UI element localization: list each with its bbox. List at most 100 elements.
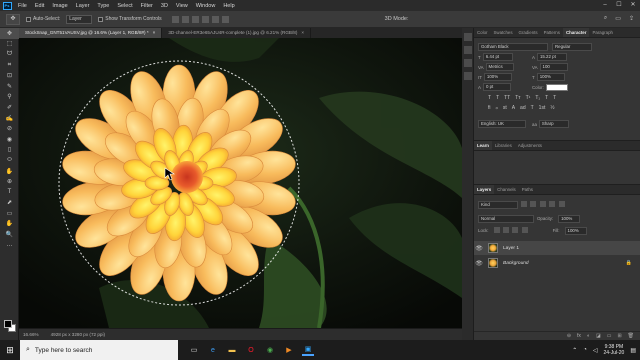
history-panel-icon[interactable]: [464, 33, 472, 41]
marquee-tool[interactable]: ⬚: [0, 39, 19, 50]
tracking-field[interactable]: 100: [539, 63, 568, 71]
close-window-button[interactable]: ✕: [626, 0, 640, 11]
brush-panel-icon[interactable]: [464, 72, 472, 80]
taskbar-search-box[interactable]: ⌕ Type here to search: [20, 340, 178, 360]
antialias-dropdown[interactable]: Sharp: [538, 120, 569, 128]
type-filter-icon[interactable]: [539, 200, 546, 207]
media-player-icon[interactable]: ▶: [283, 344, 295, 356]
titling-alternates-button[interactable]: T: [531, 105, 534, 111]
visibility-eye-icon[interactable]: 👁: [474, 245, 484, 252]
vertical-scale-field[interactable]: 100%: [483, 73, 512, 81]
tab-libraries[interactable]: Libraries: [492, 141, 515, 150]
search-icon[interactable]: ⌕: [604, 15, 607, 22]
adjustment-layer-icon[interactable]: ◪: [596, 333, 601, 339]
all-caps-button[interactable]: TT: [504, 95, 510, 101]
leading-field[interactable]: 15.22 pt: [536, 53, 567, 61]
language-dropdown[interactable]: English: UK: [478, 120, 526, 128]
link-layers-icon[interactable]: ⊖: [567, 333, 571, 339]
quick-selection-tool[interactable]: ⌗: [0, 60, 19, 71]
file-explorer-icon[interactable]: ▬: [226, 344, 238, 356]
subscript-button[interactable]: T₁: [535, 95, 540, 101]
tab-learn[interactable]: Learn: [474, 141, 492, 150]
layer-filter-kind[interactable]: Kind: [478, 200, 518, 209]
menu-file[interactable]: File: [14, 3, 31, 9]
healing-brush-tool[interactable]: ⚲: [0, 92, 19, 103]
notifications-icon[interactable]: ▤: [630, 347, 636, 354]
opacity-field[interactable]: 100%: [558, 214, 581, 223]
new-group-icon[interactable]: ▭: [607, 333, 612, 339]
eraser-tool[interactable]: ◉: [0, 134, 19, 145]
history-brush-tool[interactable]: ⊘: [0, 123, 19, 134]
font-family-field[interactable]: Gotham Black: [478, 43, 548, 51]
properties-panel-icon[interactable]: [464, 46, 472, 54]
lock-image-icon[interactable]: [502, 226, 509, 233]
align-left-icon[interactable]: [171, 15, 179, 23]
small-caps-button[interactable]: Tт: [515, 95, 520, 101]
checkbox-box[interactable]: [26, 16, 31, 22]
photoshop-logo-icon[interactable]: Ps: [0, 0, 14, 11]
pixel-filter-icon[interactable]: [521, 200, 527, 207]
baseline-shift-field[interactable]: 0 pt: [482, 83, 511, 91]
menu-layer[interactable]: Layer: [72, 3, 94, 9]
swash-button[interactable]: A: [512, 105, 515, 111]
opera-icon[interactable]: O: [245, 344, 257, 356]
tab-channels[interactable]: Channels: [494, 185, 519, 194]
menu-edit[interactable]: Edit: [31, 3, 48, 9]
menu-image[interactable]: Image: [48, 3, 71, 9]
volume-icon[interactable]: ◁: [593, 347, 598, 354]
move-tool[interactable]: ✥: [0, 28, 19, 39]
rectangle-tool[interactable]: ▭: [0, 208, 19, 219]
document-canvas[interactable]: [19, 38, 462, 328]
workspace-icon[interactable]: ▭: [615, 15, 621, 22]
layer-row[interactable]: 👁 Background 🔒: [474, 256, 640, 270]
stylistic-alternates-button[interactable]: ad: [520, 105, 526, 111]
visibility-eye-icon[interactable]: 👁: [474, 260, 484, 267]
font-style-field[interactable]: Regular: [552, 43, 592, 51]
photoshop-taskbar-icon[interactable]: ▣: [302, 344, 314, 356]
checkbox-box[interactable]: [98, 16, 104, 22]
ligature-button[interactable]: fi: [488, 105, 491, 111]
maximize-button[interactable]: ☐: [612, 0, 626, 11]
align-top-icon[interactable]: [201, 15, 209, 23]
tab-patterns[interactable]: Patterns: [541, 28, 563, 37]
strikethrough-button[interactable]: T: [553, 95, 556, 101]
color-swatches[interactable]: [4, 320, 16, 332]
underline-button[interactable]: T: [545, 95, 548, 101]
lock-transparent-icon[interactable]: [493, 226, 500, 233]
zoom-level[interactable]: 16.66%: [23, 332, 39, 337]
tab-layers[interactable]: Layers: [474, 185, 495, 194]
lock-position-icon[interactable]: [512, 226, 519, 233]
layer-row[interactable]: 👁 Layer 1: [474, 241, 640, 255]
tab-swatches[interactable]: Swatches: [491, 28, 516, 37]
menu-type[interactable]: Type: [93, 3, 113, 9]
blur-tool[interactable]: ⬭: [0, 155, 19, 166]
shape-filter-icon[interactable]: [549, 200, 556, 207]
dodge-tool[interactable]: ✋: [0, 166, 19, 177]
pen-tool[interactable]: ⊕: [0, 176, 19, 187]
discretionary-ligatures-button[interactable]: st: [503, 105, 507, 111]
lock-all-icon[interactable]: [521, 226, 528, 233]
tab-character[interactable]: Character: [562, 28, 590, 37]
clock[interactable]: 9:38 PM 24-Jul-20: [603, 344, 624, 356]
chrome-icon[interactable]: ◉: [264, 344, 276, 356]
windows-start-icon[interactable]: ⊞: [0, 340, 20, 360]
menu-filter[interactable]: Filter: [137, 3, 157, 9]
contextual-alternates-button[interactable]: ℴ: [496, 105, 498, 111]
crop-tool[interactable]: ⊡: [0, 70, 19, 81]
faux-italic-button[interactable]: T: [496, 95, 499, 101]
hand-tool[interactable]: ✋: [0, 219, 19, 230]
text-color-swatch[interactable]: [545, 83, 568, 91]
edit-toolbar-icon[interactable]: …: [0, 240, 19, 251]
tab-paragraph[interactable]: Paragraph: [589, 28, 616, 37]
lasso-tool[interactable]: ᗢ: [0, 49, 19, 60]
layer-style-icon[interactable]: fx: [577, 333, 581, 339]
path-selection-tool[interactable]: ⬈: [0, 198, 19, 209]
tray-overflow-icon[interactable]: ⌃: [572, 347, 577, 354]
info-panel-icon[interactable]: [464, 59, 472, 67]
ordinals-button[interactable]: 1st: [539, 105, 546, 111]
menu-help[interactable]: Help: [219, 3, 238, 9]
delete-layer-icon[interactable]: 🗑: [628, 333, 634, 339]
clone-stamp-tool[interactable]: ✍: [0, 113, 19, 124]
horizontal-scale-field[interactable]: 100%: [536, 73, 565, 81]
faux-bold-button[interactable]: T: [488, 95, 491, 101]
